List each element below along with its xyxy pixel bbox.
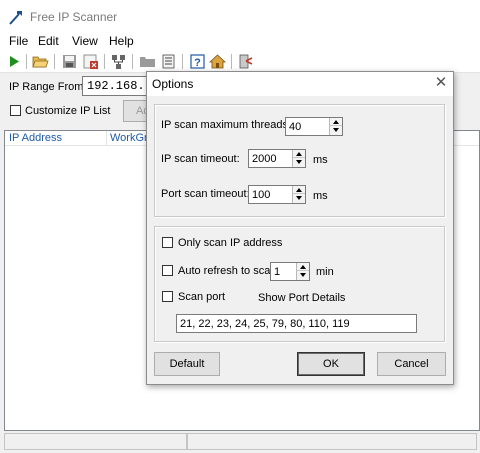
menu-edit[interactable]: Edit <box>38 34 59 48</box>
toolbar: ? <box>0 50 480 73</box>
toolbar-separator <box>231 54 232 69</box>
port-timeout-unit: ms <box>313 190 328 202</box>
auto-refresh-unit: min <box>316 266 334 278</box>
max-threads-label: IP scan maximum threads: <box>161 119 292 131</box>
toolbar-separator <box>104 54 105 69</box>
spin-down-icon[interactable] <box>297 271 309 279</box>
menu-view[interactable]: View <box>72 34 98 48</box>
spin-down-icon[interactable] <box>293 194 305 202</box>
exit-icon[interactable] <box>237 53 254 70</box>
max-threads-spinner[interactable] <box>329 118 342 135</box>
ip-range-from-input[interactable]: 192.168. <box>82 76 152 96</box>
customize-ip-list-label: Customize IP List <box>25 105 111 117</box>
customize-ip-list-checkbox[interactable] <box>10 105 21 116</box>
toolbar-separator <box>54 54 55 69</box>
auto-refresh-checkbox[interactable] <box>162 265 173 276</box>
scan-port-checkbox[interactable] <box>162 291 173 302</box>
menu-bar: File Edit View Help <box>0 32 480 50</box>
status-bar <box>0 431 480 453</box>
ok-button[interactable]: OK <box>297 352 365 376</box>
spin-down-icon[interactable] <box>293 158 305 166</box>
list-icon[interactable] <box>160 53 177 70</box>
only-scan-ip-checkbox[interactable] <box>162 237 173 248</box>
dialog-titlebar: Options ✕ <box>147 72 453 96</box>
toolbar-separator <box>182 54 183 69</box>
close-icon[interactable]: ✕ <box>432 74 450 92</box>
auto-refresh-label: Auto refresh to scan <box>178 265 277 277</box>
home-icon[interactable] <box>209 53 226 70</box>
port-timeout-label: Port scan timeout: <box>161 188 250 200</box>
spin-up-icon[interactable] <box>330 118 342 126</box>
dialog-title: Options <box>152 77 194 91</box>
help-icon[interactable]: ? <box>189 53 206 70</box>
auto-refresh-spinner[interactable] <box>296 263 309 280</box>
cancel-button[interactable]: Cancel <box>377 352 446 376</box>
status-cell-left <box>4 433 187 450</box>
ports-input[interactable]: 21, 22, 23, 24, 25, 79, 80, 110, 119 <box>176 314 417 333</box>
spin-down-icon[interactable] <box>330 126 342 134</box>
ip-timeout-unit: ms <box>313 154 328 166</box>
menu-file[interactable]: File <box>9 34 28 48</box>
window-titlebar: Free IP Scanner <box>0 0 480 32</box>
spin-up-icon[interactable] <box>293 186 305 194</box>
ip-range-label: IP Range From <box>9 81 84 93</box>
ip-timeout-spinner[interactable] <box>292 150 305 167</box>
default-button[interactable]: Default <box>154 352 220 376</box>
network-icon[interactable] <box>110 53 127 70</box>
spin-up-icon[interactable] <box>297 263 309 271</box>
scan-port-label: Scan port <box>178 291 226 303</box>
only-scan-ip-label: Only scan IP address <box>178 237 283 249</box>
spin-up-icon[interactable] <box>293 150 305 158</box>
svg-text:?: ? <box>194 57 201 69</box>
show-port-details-link[interactable]: Show Port Details <box>258 292 345 304</box>
folder-icon[interactable] <box>139 53 156 70</box>
port-timeout-spinner[interactable] <box>292 186 305 203</box>
toolbar-separator <box>26 54 27 69</box>
column-ip-address[interactable]: IP Address <box>9 132 62 144</box>
status-cell-right <box>187 433 477 450</box>
folder-open-icon[interactable] <box>32 53 49 70</box>
window-title: Free IP Scanner <box>30 10 118 24</box>
export-icon[interactable] <box>82 53 99 70</box>
play-icon[interactable] <box>6 53 23 70</box>
options-dialog: Options ✕ IP scan maximum threads: 40 IP… <box>146 71 454 385</box>
menu-help[interactable]: Help <box>109 34 134 48</box>
save-icon[interactable] <box>61 53 78 70</box>
scanner-wand-icon <box>9 11 22 25</box>
ip-timeout-label: IP scan timeout: <box>161 153 240 165</box>
toolbar-separator <box>132 54 133 69</box>
column-divider[interactable] <box>106 131 107 146</box>
